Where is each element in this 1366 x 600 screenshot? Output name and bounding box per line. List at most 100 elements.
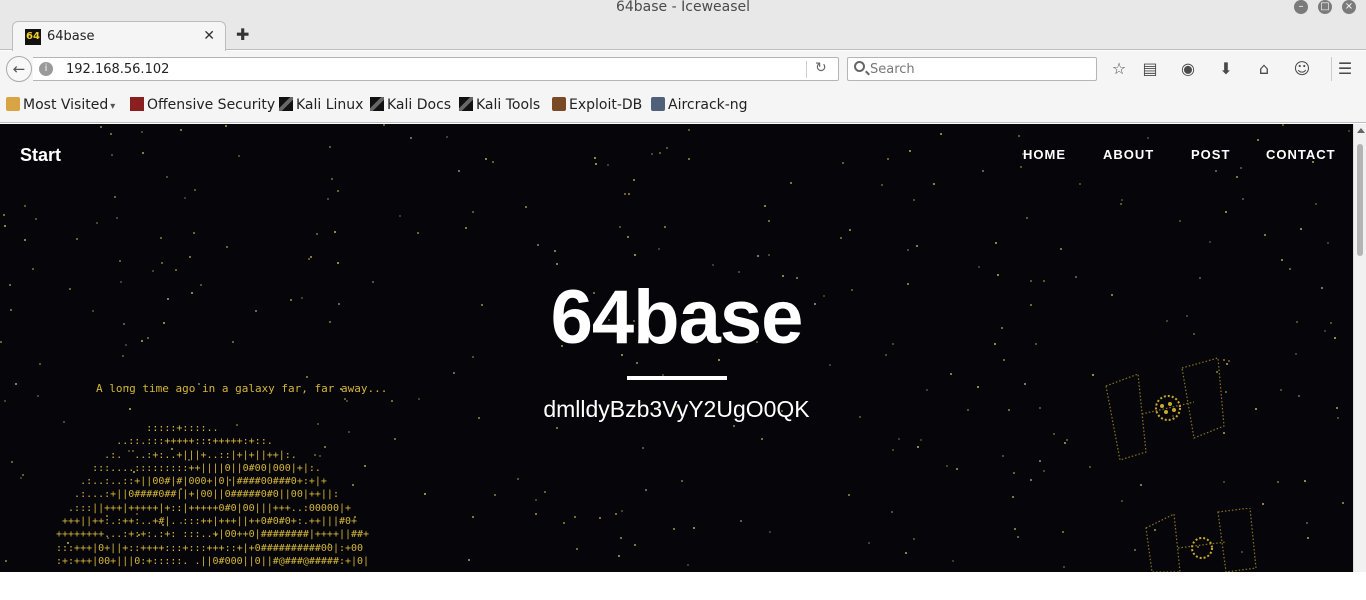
star-dot bbox=[1062, 531, 1064, 533]
star-dot bbox=[842, 162, 844, 164]
star-dot bbox=[458, 170, 460, 172]
star-dot bbox=[892, 449, 894, 451]
star-dot bbox=[1209, 241, 1211, 243]
star-dot bbox=[3, 214, 5, 216]
star-dot bbox=[11, 461, 13, 463]
star-dot bbox=[327, 198, 329, 200]
star-dot bbox=[978, 266, 980, 268]
tab-64base[interactable]: 64 64base ✕ bbox=[12, 21, 226, 51]
star-dot bbox=[5, 560, 7, 562]
bookmark-kali-tools[interactable]: Kali Tools bbox=[459, 97, 540, 113]
star-dot bbox=[189, 256, 191, 258]
star-dot bbox=[556, 263, 558, 265]
minimize-icon[interactable]: – bbox=[1294, 0, 1308, 14]
star-dot bbox=[627, 236, 629, 238]
bookmarks-toolbar: Most Visited ▾ Offensive Security Kali Li… bbox=[0, 89, 1366, 123]
star-dot bbox=[225, 125, 227, 127]
star-dot bbox=[738, 271, 740, 273]
star-dot bbox=[898, 438, 900, 440]
downloads-icon[interactable]: ⬇ bbox=[1216, 59, 1236, 79]
exploit-db-icon bbox=[552, 97, 566, 111]
star-dot bbox=[645, 489, 647, 491]
star-dot bbox=[642, 447, 644, 449]
site-brand-link[interactable]: Start bbox=[20, 145, 61, 166]
kali-dragon-icon bbox=[459, 97, 473, 111]
star-dot bbox=[96, 222, 98, 224]
star-dot bbox=[952, 560, 954, 562]
star-dot bbox=[1039, 460, 1041, 462]
search-input[interactable] bbox=[870, 60, 1090, 78]
star-dot bbox=[1063, 566, 1065, 568]
star-dot bbox=[110, 133, 112, 135]
star-dot bbox=[733, 425, 735, 427]
star-dot bbox=[840, 237, 842, 239]
scrollbar-thumb[interactable] bbox=[1357, 144, 1363, 256]
star-dot bbox=[1306, 522, 1308, 524]
star-dot bbox=[329, 146, 331, 148]
star-dot bbox=[76, 238, 78, 240]
star-dot bbox=[757, 255, 759, 257]
nav-post-link[interactable]: POST bbox=[1191, 147, 1230, 162]
star-dot bbox=[1242, 198, 1244, 200]
nav-contact-link[interactable]: CONTACT bbox=[1266, 147, 1336, 162]
star-dot bbox=[633, 179, 635, 181]
aircrack-icon bbox=[651, 97, 665, 111]
star-dot bbox=[472, 211, 474, 213]
nav-about-link[interactable]: ABOUT bbox=[1103, 147, 1154, 162]
page-viewport: Start HOME ABOUT POST CONTACT 64base dml… bbox=[0, 124, 1353, 572]
bookmark-offensive-security[interactable]: Offensive Security bbox=[130, 97, 275, 113]
hello-chat-icon[interactable]: ☺ bbox=[1292, 59, 1312, 79]
star-dot bbox=[868, 542, 870, 544]
star-dot bbox=[761, 438, 763, 440]
page-scrollbar[interactable] bbox=[1353, 124, 1366, 572]
bookmarks-menu-icon[interactable]: ▤ bbox=[1140, 59, 1160, 79]
star-dot bbox=[740, 520, 742, 522]
star-dot bbox=[1342, 502, 1344, 504]
star-dot bbox=[1079, 183, 1081, 185]
star-dot bbox=[472, 516, 474, 518]
star-dot bbox=[634, 254, 636, 256]
url-bar[interactable]: i 192.168.56.102 ↻ bbox=[33, 57, 839, 81]
reload-icon[interactable]: ↻ bbox=[815, 60, 827, 76]
star-dot bbox=[24, 239, 26, 241]
back-button[interactable]: ← bbox=[6, 56, 32, 82]
star-dot bbox=[887, 158, 889, 160]
window-titlebar: 64base - Iceweasel – □ × bbox=[0, 0, 1366, 18]
star-dot bbox=[673, 528, 675, 530]
url-text[interactable]: 192.168.56.102 bbox=[66, 62, 169, 77]
star-dot bbox=[184, 197, 186, 199]
star-dot bbox=[537, 244, 539, 246]
site-info-icon[interactable]: i bbox=[39, 62, 53, 76]
search-bar[interactable] bbox=[847, 57, 1097, 81]
bookmark-aircrack-ng[interactable]: Aircrack-ng bbox=[651, 97, 748, 113]
star-dot bbox=[1092, 374, 1094, 376]
star-dot bbox=[594, 157, 596, 159]
star-dot bbox=[768, 254, 770, 256]
bookmark-kali-docs[interactable]: Kali Docs bbox=[370, 97, 451, 113]
star-dot bbox=[618, 555, 620, 557]
star-dot bbox=[175, 269, 177, 271]
star-dot bbox=[1215, 170, 1217, 172]
star-dot bbox=[331, 178, 333, 180]
bookmark-most-visited[interactable]: Most Visited ▾ bbox=[6, 97, 115, 113]
star-dot bbox=[1264, 234, 1266, 236]
menu-hamburger-icon[interactable]: ☰ bbox=[1335, 59, 1355, 79]
nav-home-link[interactable]: HOME bbox=[1023, 147, 1066, 162]
home-icon[interactable]: ⌂ bbox=[1254, 59, 1274, 79]
star-dot bbox=[1304, 480, 1306, 482]
tab-favicon-icon: 64 bbox=[25, 29, 41, 45]
tab-close-icon[interactable]: ✕ bbox=[203, 28, 215, 44]
close-window-icon[interactable]: × bbox=[1342, 0, 1356, 14]
star-dot bbox=[909, 150, 911, 152]
star-dot bbox=[465, 227, 467, 229]
bookmark-exploit-db[interactable]: Exploit-DB bbox=[552, 97, 642, 113]
scroll-up-icon[interactable] bbox=[1357, 128, 1365, 133]
star-dot bbox=[687, 564, 689, 566]
bookmark-kali-linux[interactable]: Kali Linux bbox=[279, 97, 363, 113]
pocket-icon[interactable]: ◉ bbox=[1178, 59, 1198, 79]
new-tab-icon[interactable]: ✚ bbox=[236, 25, 249, 44]
bookmark-star-icon[interactable]: ☆ bbox=[1109, 59, 1129, 79]
maximize-icon[interactable]: □ bbox=[1318, 0, 1332, 14]
star-dot bbox=[535, 499, 537, 501]
star-dot bbox=[1060, 248, 1062, 250]
